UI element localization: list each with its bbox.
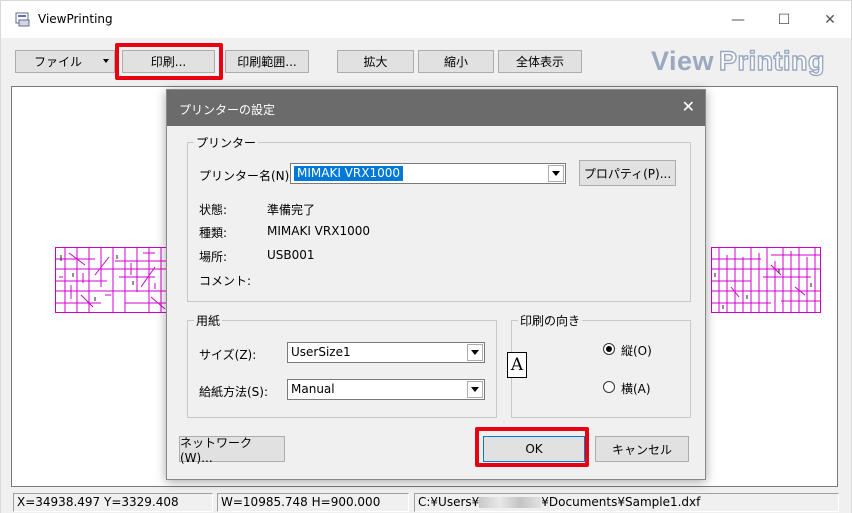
brand-word-view: View [651, 46, 715, 76]
type-label: 種類: [199, 226, 228, 240]
status-bar: X=34938.497 Y=3329.408 W=10985.748 H=900… [1, 491, 851, 513]
printer-settings-dialog: プリンターの設定 ✕ プリンター プリンター名(N): MIMAKI VRX10… [166, 89, 706, 480]
file-path: C:¥Users¥ ¥Documents¥Sample1.dxf [414, 493, 839, 512]
close-window-button[interactable]: ✕ [807, 1, 852, 38]
cursor-coordinates: X=34938.497 Y=3329.408 [13, 493, 213, 512]
orientation-group-label: 印刷の向き [518, 312, 583, 329]
portrait-radio[interactable] [603, 343, 615, 355]
zoom-out-button[interactable]: 縮小 [418, 50, 494, 73]
orientation-portrait-icon: A [507, 352, 527, 378]
paper-size-value: UserSize1 [291, 345, 351, 359]
brand-word-printing: Printing [718, 45, 826, 76]
paper-size-select[interactable]: UserSize1 [287, 342, 485, 363]
drawing-size: W=10985.748 H=900.000 [217, 493, 409, 512]
fit-all-label: 全体表示 [515, 55, 564, 69]
printer-name-value: MIMAKI VRX1000 [294, 166, 403, 181]
comment-label: コメント: [199, 274, 252, 288]
location-label: 場所: [199, 250, 228, 264]
file-path-prefix: C:¥Users¥ [418, 495, 480, 509]
dialog-close-icon[interactable]: ✕ [682, 97, 695, 116]
cancel-button[interactable]: キャンセル [595, 436, 689, 462]
close-icon: ✕ [824, 11, 836, 28]
printer-name-select[interactable]: MIMAKI VRX1000 [290, 163, 566, 184]
zoom-out-label: 縮小 [443, 55, 468, 69]
print-range-button[interactable]: 印刷範囲... [225, 50, 309, 73]
cad-drawing-right [711, 247, 821, 313]
chevron-down-icon[interactable] [467, 381, 483, 398]
maximize-button[interactable]: ☐ [761, 1, 807, 38]
paper-group: 用紙 [187, 312, 497, 418]
paper-source-select[interactable]: Manual [287, 379, 485, 400]
portrait-label[interactable]: 縦(O) [621, 342, 652, 359]
paper-group-label: 用紙 [194, 312, 223, 329]
properties-button-label: プロパティ(P)... [583, 166, 672, 181]
status-label: 状態: [199, 203, 228, 217]
fit-all-button[interactable]: 全体表示 [498, 50, 582, 73]
type-value: MIMAKI VRX1000 [267, 224, 370, 238]
chevron-down-icon[interactable] [548, 165, 564, 182]
cad-drawing-left [55, 247, 173, 313]
location-value: USB001 [267, 248, 315, 262]
paper-size-label: サイズ(Z): [199, 348, 257, 362]
minimize-button[interactable]: — [715, 1, 761, 38]
file-menu-label: ファイル [33, 55, 82, 69]
zoom-in-button[interactable]: 拡大 [337, 50, 414, 73]
file-menu-button[interactable]: ファイル [15, 50, 115, 73]
paper-source-label: 給紙方法(S): [199, 385, 269, 399]
orientation-group: 印刷の向き [511, 312, 691, 418]
maximize-icon: ☐ [777, 11, 791, 28]
brand-logo: View Printing [651, 45, 826, 77]
paper-source-value: Manual [291, 382, 335, 396]
chevron-down-icon [103, 59, 109, 63]
cancel-button-label: キャンセル [611, 442, 672, 457]
window-title: ViewPrinting [38, 12, 113, 26]
highlight-ok-button [475, 427, 589, 467]
print-range-label: 印刷範囲... [237, 55, 297, 69]
landscape-radio[interactable] [603, 381, 615, 393]
title-bar: ViewPrinting — ☐ ✕ [1, 1, 851, 38]
dialog-title-bar: プリンターの設定 ✕ [167, 90, 705, 126]
app-icon [15, 12, 30, 27]
dialog-title: プリンターの設定 [179, 103, 276, 117]
properties-button[interactable]: プロパティ(P)... [579, 160, 676, 186]
toolbar: ファイル 印刷... 印刷範囲... 拡大 縮小 全体表示 View Printi… [1, 38, 851, 82]
redacted-username [479, 497, 542, 508]
network-button[interactable]: ネットワーク(W)... [179, 435, 285, 465]
landscape-label[interactable]: 横(A) [621, 380, 651, 397]
chevron-down-icon[interactable] [467, 344, 483, 361]
zoom-in-label: 拡大 [363, 55, 388, 69]
highlight-print-button [115, 43, 223, 80]
minimize-icon: — [731, 11, 745, 28]
printer-name-label: プリンター名(N): [199, 169, 294, 183]
network-button-label: ネットワーク(W)... [180, 435, 253, 465]
printer-group-label: プリンター [194, 134, 259, 151]
file-path-suffix: ¥Documents¥Sample1.dxf [541, 495, 701, 509]
status-value: 準備完了 [267, 203, 316, 217]
